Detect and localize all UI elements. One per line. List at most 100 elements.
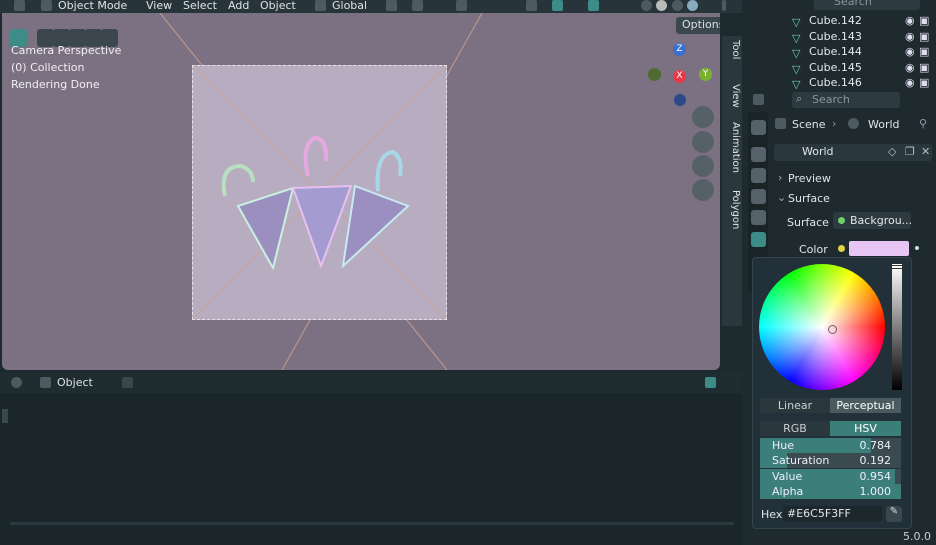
camera-icon[interactable]: ▣ xyxy=(919,76,929,89)
eye-icon[interactable]: ◉ xyxy=(905,61,915,74)
mode-linear-button[interactable]: Linear xyxy=(760,398,830,413)
camera-icon[interactable]: ▣ xyxy=(919,30,929,43)
panel-preview[interactable]: Preview xyxy=(788,172,831,185)
options-button[interactable]: Options xyxy=(676,17,720,34)
axis-y-button[interactable]: Y xyxy=(699,68,712,81)
tab-animation[interactable]: Animation xyxy=(723,118,741,182)
menu-object[interactable]: Object xyxy=(260,0,296,12)
orientation-dropdown[interactable]: Global xyxy=(332,0,367,12)
umbrella-render xyxy=(192,65,447,320)
world-datablock[interactable]: World ◇ ❐ ✕ xyxy=(774,144,932,161)
world-icon xyxy=(848,118,859,129)
outliner-row[interactable]: ▽ Cube.142 ◉ ▣ xyxy=(748,14,936,29)
camera-icon[interactable]: ▣ xyxy=(919,45,929,58)
pin-icon[interactable] xyxy=(122,377,133,388)
eye-icon[interactable]: ◉ xyxy=(905,14,915,27)
output-icon[interactable] xyxy=(751,168,766,183)
overlay-icon[interactable] xyxy=(588,0,599,11)
world-tab-icon[interactable] xyxy=(751,232,766,247)
hex-input[interactable]: #E6C5F3FF xyxy=(783,506,882,522)
value-slider[interactable] xyxy=(891,264,903,390)
eyedropper-icon[interactable]: ✎ xyxy=(886,506,902,522)
3d-viewport[interactable]: Camera Perspective (0) Collection Render… xyxy=(2,13,720,370)
scene-icon xyxy=(775,118,786,129)
outliner-row[interactable]: ▽ Cube.143 ◉ ▣ xyxy=(748,30,936,45)
editor-type-icon[interactable] xyxy=(14,0,25,11)
surface-shader-dropdown[interactable]: Backgrou... xyxy=(833,212,912,229)
axis-neg-z-button[interactable] xyxy=(674,94,686,106)
view-layer-icon[interactable] xyxy=(751,189,766,204)
mode-rgb-button[interactable]: RGB xyxy=(760,421,830,436)
timeline-area[interactable] xyxy=(0,393,742,545)
menu-select[interactable]: Select xyxy=(183,0,217,12)
panel-surface[interactable]: Surface xyxy=(788,192,830,205)
value-slider-handle[interactable] xyxy=(891,265,903,269)
transform-orientation-icon xyxy=(315,0,326,11)
editor-type-icon[interactable] xyxy=(11,377,22,388)
breadcrumb-world[interactable]: World xyxy=(868,118,900,131)
shading-solid-icon[interactable] xyxy=(656,0,667,11)
camera-icon[interactable]: ▣ xyxy=(919,61,929,74)
render-icon[interactable] xyxy=(751,147,766,162)
camera-view-icon[interactable] xyxy=(692,155,714,177)
lock-icon[interactable] xyxy=(692,179,714,201)
value-number-slider[interactable]: Value 0.954 xyxy=(760,469,901,484)
properties-editor-icon[interactable] xyxy=(753,94,764,105)
duplicate-icon[interactable]: ❐ xyxy=(905,145,915,158)
mesh-icon: ▽ xyxy=(792,16,801,29)
pivot-icon[interactable] xyxy=(386,0,397,11)
visibility-icon[interactable] xyxy=(526,0,537,11)
scene-tab-icon[interactable] xyxy=(751,210,766,225)
mode-perceptual-button[interactable]: Perceptual xyxy=(830,398,901,413)
chevron-right-icon: › xyxy=(778,171,783,184)
hue-saturation-wheel[interactable] xyxy=(759,264,885,390)
pin-icon[interactable]: ⚲ xyxy=(919,117,927,130)
eye-icon[interactable]: ◉ xyxy=(905,76,915,89)
mode-hsv-button[interactable]: HSV xyxy=(830,421,901,436)
alpha-slider[interactable]: Alpha 1.000 xyxy=(760,484,901,499)
fake-user-icon[interactable]: ◇ xyxy=(888,145,896,158)
wheel-cursor[interactable] xyxy=(828,325,837,334)
chevron-down-icon: ⌄ xyxy=(777,191,787,204)
eye-icon[interactable]: ◉ xyxy=(905,30,915,43)
tool-settings-icon[interactable] xyxy=(751,120,766,135)
mode-dropdown[interactable]: Object Mode xyxy=(58,0,127,12)
breadcrumb-scene[interactable]: Scene xyxy=(792,118,826,131)
outliner-row[interactable]: ▽ Cube.144 ◉ ▣ xyxy=(748,45,936,60)
tab-view[interactable]: View xyxy=(723,80,741,115)
color-swatch[interactable] xyxy=(849,241,909,256)
menu-view[interactable]: View xyxy=(146,0,172,12)
tab-tool[interactable]: Tool xyxy=(723,36,741,76)
properties-search-field[interactable]: ⌕ Search xyxy=(792,92,900,108)
axis-neg-y-button[interactable] xyxy=(648,68,661,81)
axis-x-button[interactable]: X xyxy=(673,70,686,83)
timeline-mode-dropdown[interactable]: Object xyxy=(57,376,93,389)
close-icon[interactable]: ✕ xyxy=(921,145,930,158)
keyframe-dot-icon[interactable] xyxy=(915,246,919,250)
snap-icon[interactable] xyxy=(412,0,423,11)
blender-window: Object Mode View Select Add Object Globa… xyxy=(0,0,936,545)
pan-hand-icon[interactable] xyxy=(692,131,714,153)
proportional-edit-icon[interactable] xyxy=(456,0,467,11)
pause-icon[interactable] xyxy=(722,0,726,11)
shading-wireframe-icon[interactable] xyxy=(641,0,652,11)
menu-add[interactable]: Add xyxy=(228,0,249,12)
overlay-toggle-icon[interactable] xyxy=(705,377,716,388)
saturation-slider[interactable]: Saturation 0.192 xyxy=(760,453,901,468)
tab-polygon[interactable]: Polygon xyxy=(723,186,741,238)
shading-rendered-icon[interactable] xyxy=(687,0,698,11)
axis-z-button[interactable]: Z xyxy=(673,43,686,56)
outliner-search-field[interactable]: Search xyxy=(814,0,920,10)
breadcrumb-separator-icon: › xyxy=(832,117,837,130)
outliner-row[interactable]: ▽ Cube.146 ◉ ▣ xyxy=(748,76,936,91)
gizmo-icon[interactable] xyxy=(552,0,563,11)
outliner-row[interactable]: ▽ Cube.145 ◉ ▣ xyxy=(748,61,936,76)
hue-slider[interactable]: Hue 0.784 xyxy=(760,438,901,453)
zoom-icon[interactable] xyxy=(692,106,714,128)
eye-icon[interactable]: ◉ xyxy=(905,45,915,58)
expand-left-arrow[interactable] xyxy=(2,409,8,423)
camera-icon[interactable]: ▣ xyxy=(919,14,929,27)
shading-material-icon[interactable] xyxy=(672,0,683,11)
timeline-scrollbar[interactable] xyxy=(10,522,734,525)
search-icon: ⌕ xyxy=(796,92,803,105)
